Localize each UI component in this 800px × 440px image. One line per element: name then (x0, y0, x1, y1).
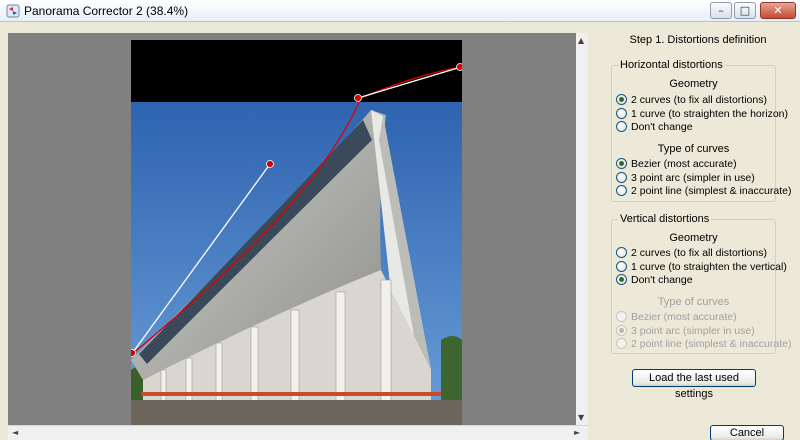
maximize-button[interactable]: □ (734, 2, 756, 19)
v-geometry-dont-change[interactable]: Don't change (616, 273, 693, 286)
radio-checked-icon[interactable] (616, 274, 627, 285)
radio-label: Don't change (631, 120, 693, 133)
vertical-distortions-group: Vertical distortions Geometry 2 curves (… (611, 213, 792, 354)
radio-label: 3 point arc (simpler in use) (631, 171, 755, 184)
cancel-button[interactable]: Cancel (710, 425, 784, 440)
horizontal-geometry-label: Geometry (669, 78, 718, 90)
ground (131, 400, 462, 425)
black-band (131, 40, 462, 102)
radio-icon[interactable] (616, 185, 627, 196)
v-geometry-1-curve[interactable]: 1 curve (to straighten the vertical) (616, 260, 787, 273)
radio-checked-icon[interactable] (616, 158, 627, 169)
vertical-legend: Vertical distortions (618, 213, 712, 225)
horizontal-distortions-group: Horizontal distortions Geometry 2 curves… (611, 59, 792, 202)
plaza-edge (141, 392, 441, 396)
scroll-left-icon[interactable]: ◄ (12, 428, 18, 437)
load-last-settings-button[interactable]: Load the last used settings (632, 369, 756, 400)
step-title: Step 1. Distortions definition (629, 34, 767, 46)
radio-label: 3 point arc (simpler in use) (631, 324, 755, 337)
v-geometry-2-curves[interactable]: 2 curves (to fix all distortions) (616, 246, 767, 259)
h-curve-bezier[interactable]: Bezier (most accurate) (616, 157, 737, 170)
radio-label: 1 curve (to straighten the horizon) (631, 107, 788, 120)
scroll-down-icon[interactable]: ▼ (578, 413, 584, 422)
vertical-curve-type-label: Type of curves (657, 296, 730, 308)
vertical-scrollbar[interactable]: ▲ ▼ (576, 33, 588, 425)
curve-handle-left[interactable] (131, 349, 136, 357)
h-geometry-2-curves[interactable]: 2 curves (to fix all distortions) (616, 93, 767, 106)
h-geometry-dont-change[interactable]: Don't change (616, 120, 693, 133)
scroll-right-icon[interactable]: ► (574, 428, 580, 437)
radio-icon[interactable] (616, 247, 627, 258)
radio-label: Don't change (631, 273, 693, 286)
radio-label: 2 point line (simplest & inaccurate) (631, 184, 792, 197)
radio-label: 2 point line (simplest & inaccurate) (631, 337, 792, 350)
v-curve-bezier: Bezier (most accurate) (616, 310, 737, 323)
vertical-geometry-label: Geometry (669, 232, 718, 244)
h-curve-3-point-arc[interactable]: 3 point arc (simpler in use) (616, 171, 755, 184)
radio-label: Bezier (most accurate) (631, 157, 737, 170)
radio-label: Bezier (most accurate) (631, 310, 737, 323)
photo-preview[interactable] (131, 40, 462, 425)
horizontal-legend: Horizontal distortions (618, 59, 725, 71)
close-button[interactable]: ✕ (760, 2, 796, 19)
radio-icon[interactable] (616, 261, 627, 272)
minimize-button[interactable]: – (710, 2, 732, 19)
radio-checked-icon (616, 325, 627, 336)
horizontal-curve-type-label: Type of curves (657, 143, 730, 155)
window-title: Panorama Corrector 2 (38.4%) (24, 4, 189, 18)
radio-label: 1 curve (to straighten the vertical) (631, 260, 787, 273)
radio-icon (616, 338, 627, 349)
curve-handle-control[interactable] (266, 160, 274, 168)
horizontal-scrollbar[interactable]: ◄ ► (8, 425, 588, 440)
h-geometry-1-curve[interactable]: 1 curve (to straighten the horizon) (616, 107, 788, 120)
radio-label: 2 curves (to fix all distortions) (631, 93, 767, 106)
scroll-up-icon[interactable]: ▲ (578, 36, 584, 45)
radio-icon[interactable] (616, 121, 627, 132)
curve-handle-mid[interactable] (354, 94, 362, 102)
v-curve-3-point-arc: 3 point arc (simpler in use) (616, 324, 755, 337)
radio-checked-icon[interactable] (616, 94, 627, 105)
radio-icon (616, 311, 627, 322)
v-curve-2-point-line: 2 point line (simplest & inaccurate) (616, 337, 792, 350)
app-icon (6, 4, 20, 18)
curve-handle-right[interactable] (456, 63, 463, 71)
title-bar: Panorama Corrector 2 (38.4%) – □ ✕ (0, 0, 800, 22)
h-curve-2-point-line[interactable]: 2 point line (simplest & inaccurate) (616, 184, 792, 197)
radio-icon[interactable] (616, 172, 627, 183)
radio-label: 2 curves (to fix all distortions) (631, 246, 767, 259)
radio-icon[interactable] (616, 108, 627, 119)
